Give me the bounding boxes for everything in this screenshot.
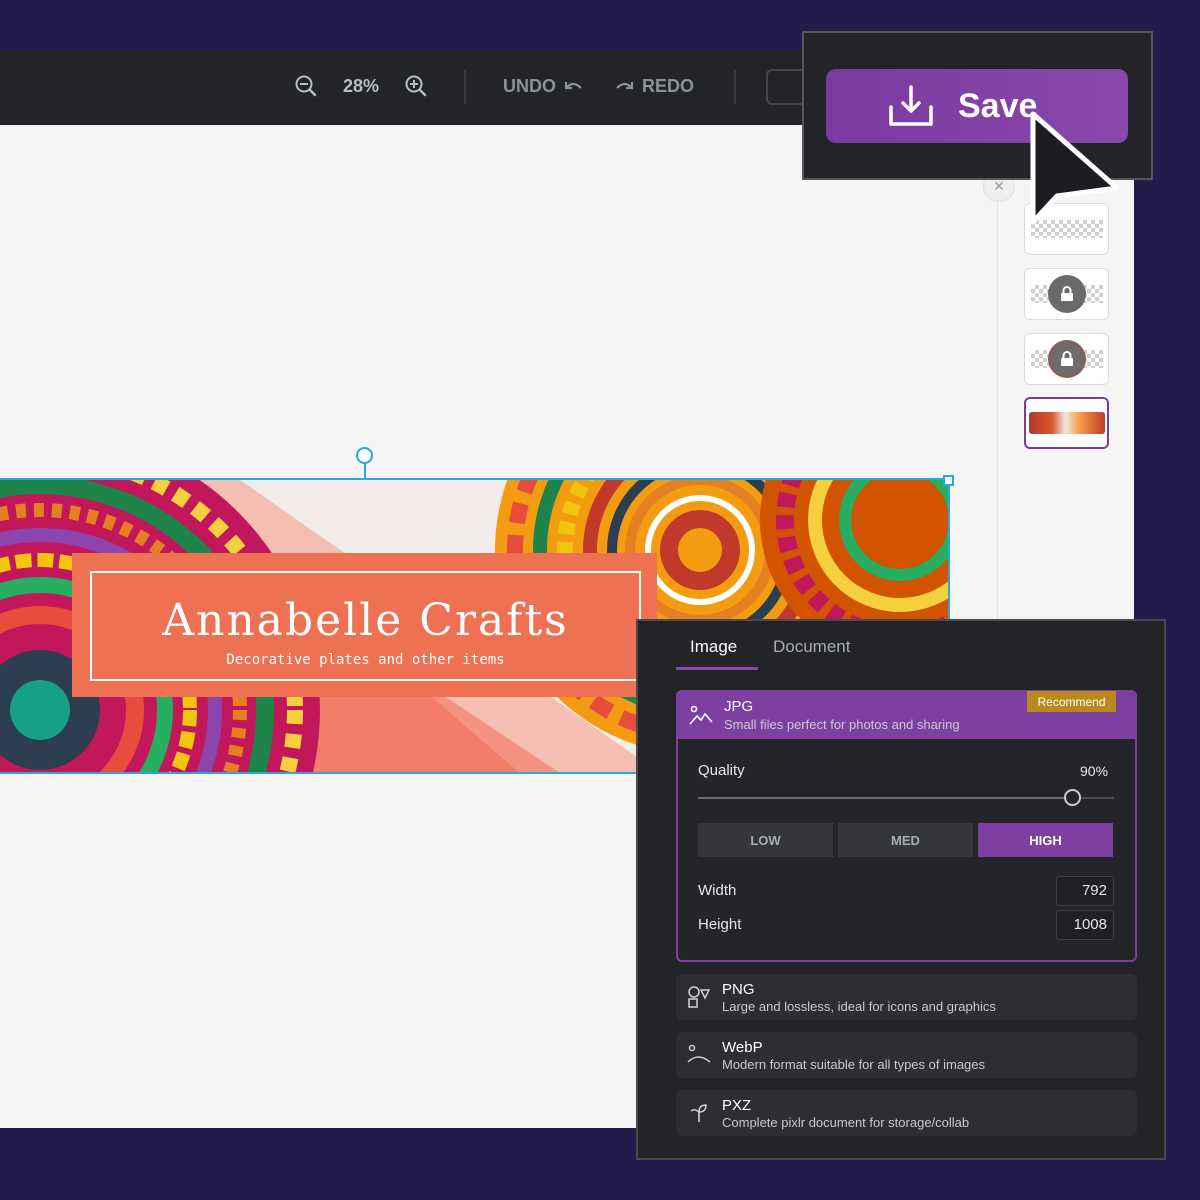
toolbar-divider <box>734 70 736 104</box>
pen-nib-icon <box>690 1104 707 1122</box>
download-icon <box>889 85 933 126</box>
format-option-pxz[interactable]: PXZ Complete pixlr document for storage/… <box>676 1090 1137 1136</box>
resize-handle[interactable] <box>943 475 954 486</box>
redo-button[interactable]: REDO <box>614 74 694 98</box>
format-name: PXZ <box>722 1097 752 1114</box>
active-tab-indicator <box>676 667 758 670</box>
title-frame: Annabelle Crafts Decorative plates and o… <box>90 571 641 681</box>
height-field[interactable]: 1008 <box>1056 910 1114 940</box>
format-description: Large and lossless, ideal for icons and … <box>722 999 996 1014</box>
layer-thumbnail[interactable] <box>1024 333 1109 385</box>
format-description: Modern format suitable for all types of … <box>722 1057 986 1072</box>
width-field[interactable]: 792 <box>1056 876 1114 906</box>
quality-preset-high[interactable]: HIGH <box>978 823 1113 857</box>
layer-thumbnail-selected[interactable] <box>1024 397 1109 449</box>
width-label: Width <box>698 882 737 899</box>
redo-label: REDO <box>642 75 695 96</box>
transparent-layer-preview <box>1030 275 1103 313</box>
format-description: Small files perfect for photos and shari… <box>724 717 960 732</box>
rotate-handle-line <box>364 464 366 480</box>
rotate-handle[interactable] <box>356 447 373 464</box>
tab-image[interactable]: Image <box>690 637 737 657</box>
quality-preset-low[interactable]: LOW <box>698 823 833 857</box>
format-option-webp[interactable]: WebP Modern format suitable for all type… <box>676 1032 1137 1078</box>
save-label: Save <box>958 86 1038 125</box>
mouse-cursor-icon <box>1030 111 1120 225</box>
undo-button[interactable]: UNDO <box>503 74 584 98</box>
format-name: JPG <box>724 698 754 715</box>
lock-icon <box>1047 340 1086 378</box>
banner-title: Annabelle Crafts <box>162 595 569 646</box>
redo-arrow-icon <box>616 82 634 90</box>
layer-thumbnail[interactable] <box>1024 268 1109 320</box>
banner-layer-preview <box>1028 412 1105 434</box>
quality-slider[interactable] <box>698 797 1114 799</box>
quality-preset-med[interactable]: MED <box>838 823 973 857</box>
zoom-level: 28% <box>342 76 380 96</box>
landscape-icon <box>687 1044 711 1063</box>
transparent-layer-preview <box>1030 340 1103 378</box>
zoom-out-icon[interactable] <box>294 74 318 98</box>
banner-subtitle: Decorative plates and other items <box>226 652 505 668</box>
format-name: WebP <box>722 1039 763 1056</box>
format-description: Complete pixlr document for storage/coll… <box>722 1115 970 1130</box>
height-label: Height <box>698 916 742 933</box>
format-option-png[interactable]: PNG Large and lossless, ideal for icons … <box>676 974 1137 1020</box>
shapes-icon <box>688 986 711 1008</box>
zoom-in-icon[interactable] <box>404 74 428 98</box>
undo-label: UNDO <box>503 75 556 96</box>
tab-document[interactable]: Document <box>773 637 850 657</box>
quality-slider-fill <box>698 797 1073 799</box>
lock-icon <box>1047 275 1086 313</box>
quality-value: 90% <box>1080 763 1109 779</box>
undo-arrow-icon <box>564 82 582 90</box>
landscape-icon <box>689 705 713 725</box>
recommend-badge: Recommend <box>1027 691 1116 712</box>
toolbar-divider <box>464 70 466 104</box>
format-name: PNG <box>722 981 755 998</box>
quality-label: Quality <box>698 762 745 779</box>
